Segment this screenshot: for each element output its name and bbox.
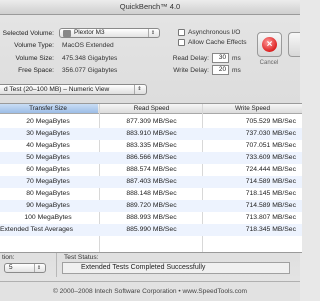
vertical-divider (56, 253, 57, 277)
write-delay-label: Write Delay: (173, 67, 209, 74)
transfer-size-cell: 50 MegaBytes (26, 154, 70, 161)
cache-effects-label: Allow Cache Effects (188, 39, 247, 46)
read-delay-label: Read Delay: (172, 55, 209, 62)
drive-icon (63, 30, 71, 37)
header-read-speed[interactable]: Read Speed (100, 104, 203, 113)
table-row-averages[interactable]: Extended Test Averages 885.990 MB/Sec 718.… (0, 224, 302, 236)
footer: © 2000–2008 Intech Software Corporation … (0, 281, 300, 301)
title-bar: QuickBench™ 4.0 (0, 0, 300, 15)
chevron-updown-icon: ⇕ (134, 85, 144, 94)
transfer-size-cell: 60 MegaBytes (26, 166, 70, 173)
cancel-button-label: Cancel (259, 60, 279, 66)
free-space-value: 356.077 Gigabytes (62, 67, 118, 74)
read-speed-cell: 883.335 MB/Sec (126, 142, 177, 149)
read-speed-cell: 889.720 MB/Sec (126, 202, 177, 209)
volume-select[interactable]: Plextor M3 ⇕ (59, 28, 160, 38)
transfer-size-cell: 30 MegaBytes (26, 130, 70, 137)
copyright-text: © 2000–2008 Intech Software Corporation … (52, 288, 248, 295)
volume-type-value: MacOS Extended (62, 42, 114, 49)
free-space-label: Free Space: (18, 67, 54, 74)
transfer-size-cell: 90 MegaBytes (26, 202, 70, 209)
transfer-size-cell: 80 MegaBytes (26, 190, 70, 197)
volume-select-value: Plextor M3 (74, 29, 105, 36)
table-row[interactable]: 100 MegaBytes 888.993 MB/Sec 713.807 MB/Se… (0, 212, 302, 224)
table-row[interactable]: 40 MegaBytes 883.335 MB/Sec 707.051 MB/Sec (0, 140, 302, 152)
read-speed-average-cell: 885.990 MB/Sec (126, 226, 177, 233)
table-row[interactable]: 90 MegaBytes 889.720 MB/Sec 714.589 MB/Sec (0, 200, 302, 212)
test-status-field: Extended Tests Completed Successfully (62, 262, 290, 274)
test-status-label: Test Status: (64, 254, 99, 261)
volume-size-value: 475.348 Gigabytes (62, 55, 118, 62)
read-delay-field[interactable]: 30 (212, 53, 229, 63)
write-delay-field[interactable]: 20 (212, 65, 229, 75)
volume-size-label: Volume Size: (15, 55, 54, 62)
test-type-select[interactable]: d Test (20–100 MB) – Numeric View ⇕ (0, 84, 147, 95)
read-speed-cell: 888.148 MB/Sec (126, 190, 177, 197)
table-row[interactable]: 30 MegaBytes 883.910 MB/Sec 737.030 MB/Sec (0, 128, 302, 140)
transfer-size-cell: 100 MegaBytes (24, 214, 72, 221)
header-write-speed[interactable]: Write Speed (203, 104, 302, 113)
cancel-button[interactable]: × (257, 32, 282, 57)
iterations-label: tion: (2, 254, 15, 261)
read-speed-cell: 887.403 MB/Sec (126, 178, 177, 185)
window-title: QuickBench™ 4.0 (119, 2, 181, 11)
selected-volume-label: Selected Volume: (2, 30, 54, 37)
results-table: Transfer Size Read Speed Write Speed 20 … (0, 103, 302, 253)
write-delay-unit: ms (232, 67, 241, 74)
read-speed-cell: 877.309 MB/Sec (126, 118, 177, 125)
async-io-checkbox[interactable] (178, 29, 185, 36)
write-speed-cell: 707.051 MB/Sec (245, 142, 296, 149)
write-speed-cell: 733.609 MB/Sec (245, 154, 296, 161)
averages-label-cell: Extended Test Averages (0, 226, 74, 233)
next-toolbar-button[interactable] (288, 32, 300, 57)
header-transfer-size[interactable]: Transfer Size (0, 104, 98, 113)
cache-effects-checkbox[interactable] (178, 39, 185, 46)
iterations-value: 5 (9, 264, 13, 271)
transfer-size-cell: 20 MegaBytes (26, 118, 70, 125)
write-speed-cell: 737.030 MB/Sec (245, 130, 296, 137)
transfer-size-cell: 70 MegaBytes (26, 178, 70, 185)
table-row[interactable]: 50 MegaBytes 886.566 MB/Sec 733.609 MB/Sec (0, 152, 302, 164)
read-speed-cell: 888.574 MB/Sec (126, 166, 177, 173)
write-speed-cell: 724.444 MB/Sec (245, 166, 296, 173)
table-row[interactable]: 70 MegaBytes 887.403 MB/Sec 714.589 MB/Sec (0, 176, 302, 188)
volume-type-label: Volume Type: (14, 42, 54, 49)
chevron-updown-icon: ⇕ (148, 29, 157, 37)
transfer-size-cell: 40 MegaBytes (26, 142, 70, 149)
write-speed-cell: 705.529 MB/Sec (245, 118, 296, 125)
read-speed-cell: 883.910 MB/Sec (126, 130, 177, 137)
table-header: Transfer Size Read Speed Write Speed (0, 104, 302, 114)
table-row[interactable]: 80 MegaBytes 888.148 MB/Sec 718.145 MB/Sec (0, 188, 302, 200)
write-speed-average-cell: 718.345 MB/Sec (245, 226, 296, 233)
read-delay-unit: ms (232, 55, 241, 62)
table-row[interactable]: 60 MegaBytes 888.574 MB/Sec 724.444 MB/Sec (0, 164, 302, 176)
async-io-label: Asynchronous I/O (188, 29, 241, 36)
write-speed-cell: 714.589 MB/Sec (245, 202, 296, 209)
iterations-select[interactable]: 5 ⇕ (4, 263, 46, 273)
read-speed-cell: 888.993 MB/Sec (126, 214, 177, 221)
table-row[interactable]: 20 MegaBytes 877.309 MB/Sec 705.529 MB/Sec (0, 116, 302, 128)
read-speed-cell: 886.566 MB/Sec (126, 154, 177, 161)
test-type-value: d Test (20–100 MB) – Numeric View (4, 86, 110, 93)
test-status-value: Extended Tests Completed Successfully (81, 264, 206, 271)
write-speed-cell: 714.589 MB/Sec (245, 178, 296, 185)
write-speed-cell: 713.807 MB/Sec (245, 214, 296, 221)
write-speed-cell: 718.145 MB/Sec (245, 190, 296, 197)
chevron-updown-icon: ⇕ (34, 264, 43, 272)
cancel-x-icon: × (262, 37, 277, 52)
